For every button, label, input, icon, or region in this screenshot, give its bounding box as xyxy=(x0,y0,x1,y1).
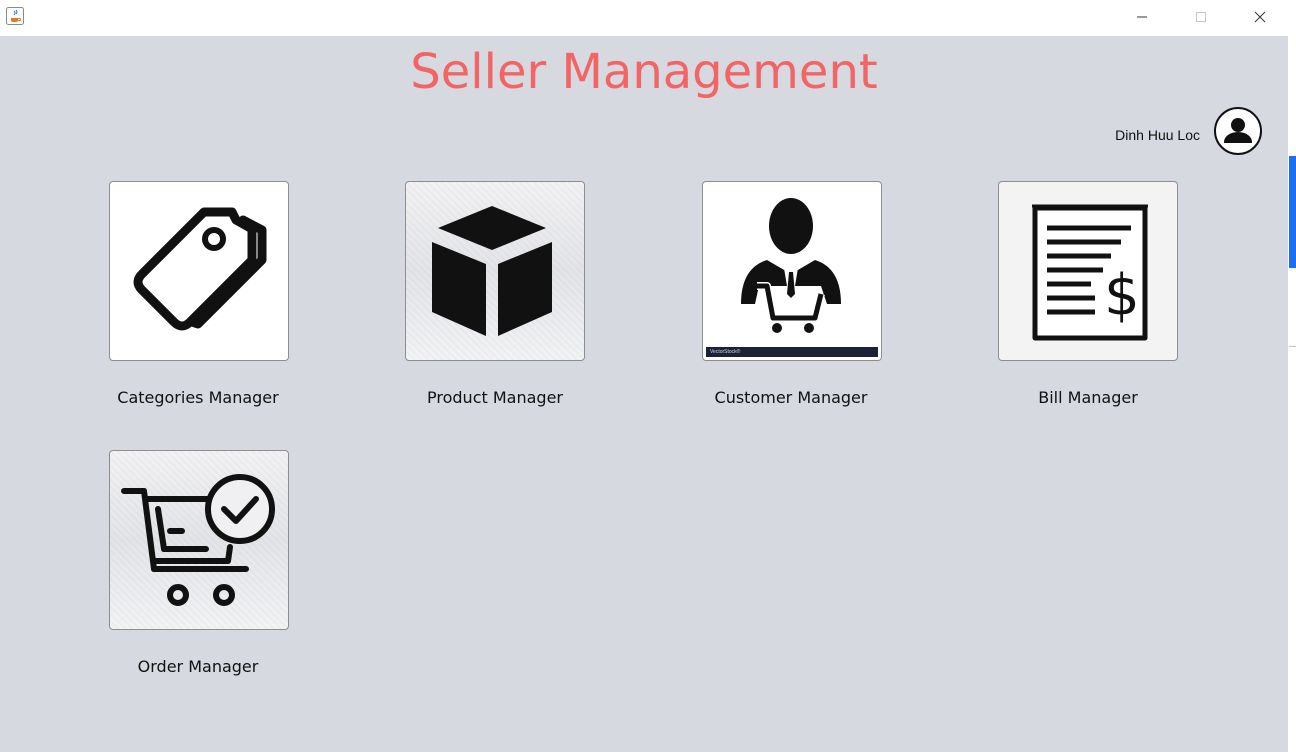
cart-check-icon xyxy=(121,474,275,606)
tag-icon xyxy=(133,207,267,331)
maximize-icon xyxy=(1196,12,1206,22)
close-button[interactable] xyxy=(1231,0,1289,34)
product-manager-label: Product Manager xyxy=(427,388,563,407)
main-panel: Seller Management Dinh Huu Loc Categorie… xyxy=(0,36,1288,752)
minimize-button[interactable] xyxy=(1113,0,1171,34)
order-manager-button[interactable] xyxy=(109,450,289,630)
title-bar xyxy=(0,0,1296,36)
bill-manager-button[interactable]: $ xyxy=(998,181,1178,361)
product-manager-button[interactable] xyxy=(405,181,585,361)
customer-manager-label: Customer Manager xyxy=(714,388,868,407)
user-name: Dinh Huu Loc xyxy=(1115,127,1200,143)
java-app-icon xyxy=(6,7,24,25)
app-window: Seller Management Dinh Huu Loc Categorie… xyxy=(0,0,1296,752)
close-icon xyxy=(1254,11,1266,23)
order-manager-label: Order Manager xyxy=(137,657,259,676)
bill-icon: $ xyxy=(1032,204,1148,341)
customer-cart-icon xyxy=(741,198,841,333)
divider xyxy=(1289,346,1296,347)
minimize-icon xyxy=(1137,16,1147,18)
svg-text:$: $ xyxy=(1104,263,1140,328)
maximize-button[interactable] xyxy=(1172,0,1230,34)
window-edge-strip xyxy=(1288,36,1296,752)
categories-manager-button[interactable] xyxy=(109,181,289,361)
page-title: Seller Management xyxy=(410,44,878,100)
user-circle-icon[interactable] xyxy=(1213,106,1263,156)
bill-manager-label: Bill Manager xyxy=(1038,388,1138,407)
watermark-bar: VectorStock® xyxy=(706,347,878,357)
accent-bar xyxy=(1289,156,1296,268)
customer-manager-button[interactable]: VectorStock® xyxy=(702,181,882,361)
box-icon xyxy=(432,206,552,336)
categories-manager-label: Categories Manager xyxy=(117,388,279,407)
